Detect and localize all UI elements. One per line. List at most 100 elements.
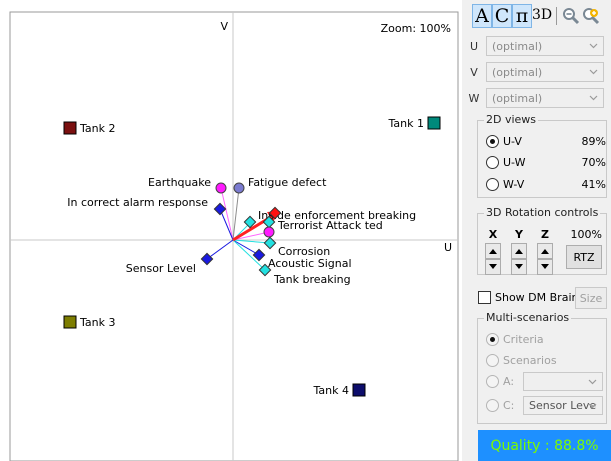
zoom-in-icon[interactable] [581,6,601,26]
criteria-radio[interactable] [486,332,499,346]
view-c-button[interactable]: C [492,4,512,28]
v-axis-select[interactable]: (optimal) [486,62,604,82]
view-wv-radio[interactable] [486,177,499,191]
view-wv-label: W-V [503,177,525,191]
multi-scenarios-title: Multi-scenarios [484,311,572,324]
view-pi-button[interactable]: π [512,4,532,28]
tank-1-marker[interactable]: Tank 1 [388,116,441,130]
criteria-option[interactable]: Criteria [486,330,606,348]
u-axis-select[interactable]: (optimal) [486,36,604,56]
w-axis-row: W (optimal) [462,88,611,108]
view-uw-option[interactable]: U-W 70% [486,153,606,171]
tank-4-square [352,383,366,397]
tank-1-label: Tank 1 [388,117,424,130]
view-a-button[interactable]: A [472,4,492,28]
rotation-group: 3D Rotation controls X Y Z 100% RTZ [477,206,607,275]
plot-frame [9,11,459,461]
u-axis-row: U (optimal) [462,36,611,56]
w-axis-select-label: W [468,91,480,105]
tank-2-marker[interactable]: Tank 2 [63,121,115,135]
earthquake-label: Earthquake [148,176,211,189]
triangle-down-icon [489,264,497,269]
rotate-y-up-button[interactable] [511,243,527,259]
rotation-pct: 100% [570,228,602,241]
view-uv-option[interactable]: U-V 89% [486,132,606,150]
tank-2-square [63,121,77,135]
a-select[interactable] [523,371,603,391]
show-dm-brain-label: Show DM Brain [495,290,579,304]
u-axis-select-value: (optimal) [492,39,543,53]
w-axis-select[interactable]: (optimal) [486,88,604,108]
a-radio[interactable] [486,374,499,388]
triangle-up-icon [515,249,523,254]
terrorist-point[interactable] [263,226,275,238]
rotate-x-up-button[interactable] [485,243,501,259]
quality-indicator: Quality : 88.8% [478,430,611,461]
chevron-down-icon [589,69,598,75]
view-3d-button[interactable]: 3D [532,4,552,28]
size-button[interactable]: Size [575,287,607,309]
rotation-title: 3D Rotation controls [484,206,601,219]
scenarios-option[interactable]: Scenarios [486,351,606,369]
chevron-down-icon [588,379,597,384]
triangle-up-icon [489,249,497,254]
show-dm-brain-option[interactable]: Show DM Brain [478,288,578,306]
criteria-label: Criteria [503,332,544,346]
c-option[interactable]: C: Sensor Leve [486,395,606,415]
rotate-z-up-button[interactable] [537,243,553,259]
alarm-response-label: In correct alarm response [67,196,208,209]
rotation-y-label: Y [515,228,523,241]
tank-4-label: Tank 4 [313,384,349,397]
u-axis-label: U [444,241,452,254]
view-uv-label: U-V [503,134,522,148]
tank-2-label: Tank 2 [79,122,115,135]
chevron-down-icon [589,95,598,101]
view-uw-pct: 70% [581,155,606,169]
show-dm-brain-checkbox[interactable] [478,290,491,304]
acoustic-label: Acoustic Signal [268,257,352,270]
fatigue-defect-point[interactable] [233,182,245,194]
tank-breaking-label: Tank breaking [273,273,351,286]
c-radio[interactable] [486,398,499,412]
tank-3-marker[interactable]: Tank 3 [63,315,115,329]
view-wv-option[interactable]: W-V 41% [486,175,606,193]
earthquake-point[interactable] [215,182,227,194]
biplot-canvas[interactable]: V U Zoom: 100% Tank 1 Tank 2 Tank 3 Tank… [0,0,460,461]
a-label: A: [503,374,515,388]
chevron-down-icon [589,43,598,49]
toolbar-separator [556,7,558,25]
rtz-button[interactable]: RTZ [566,245,602,269]
toolbar: A C π 3D [472,4,601,28]
terrorist-label: Terrorist Attack ted [277,219,383,232]
triangle-down-icon [541,264,549,269]
view-uv-pct: 89% [581,134,606,148]
plot-area[interactable]: V U Zoom: 100% Tank 1 Tank 2 Tank 3 Tank… [0,0,460,461]
v-axis-select-label: V [470,65,478,79]
view-uw-radio[interactable] [486,155,499,169]
triangle-down-icon [515,264,523,269]
view-uv-radio[interactable] [486,134,499,148]
view-wv-pct: 41% [581,177,606,191]
views-2d-group: 2D views U-V 89% U-W 70% W-V 41% [477,113,607,198]
chevron-down-icon [588,403,597,408]
a-option[interactable]: A: [486,371,606,391]
scenarios-label: Scenarios [503,353,557,367]
rotate-z-down-button[interactable] [537,259,553,275]
w-axis-select-value: (optimal) [492,91,543,105]
c-label: C: [503,398,515,412]
tank-3-square [63,315,77,329]
v-axis-label: V [220,20,228,33]
zoom-out-icon[interactable] [561,6,581,26]
rotate-y-down-button[interactable] [511,259,527,275]
triangle-up-icon [541,249,549,254]
tank-4-marker[interactable]: Tank 4 [313,383,366,397]
view-uw-label: U-W [503,155,526,169]
rotate-x-down-button[interactable] [485,259,501,275]
v-axis-row: V (optimal) [462,62,611,82]
tank-1-square [427,116,441,130]
c-select-value: Sensor Leve [529,398,597,412]
scenarios-radio[interactable] [486,353,499,367]
c-select[interactable]: Sensor Leve [523,395,603,415]
rotation-x-label: X [488,228,498,241]
tank-3-label: Tank 3 [79,316,115,329]
